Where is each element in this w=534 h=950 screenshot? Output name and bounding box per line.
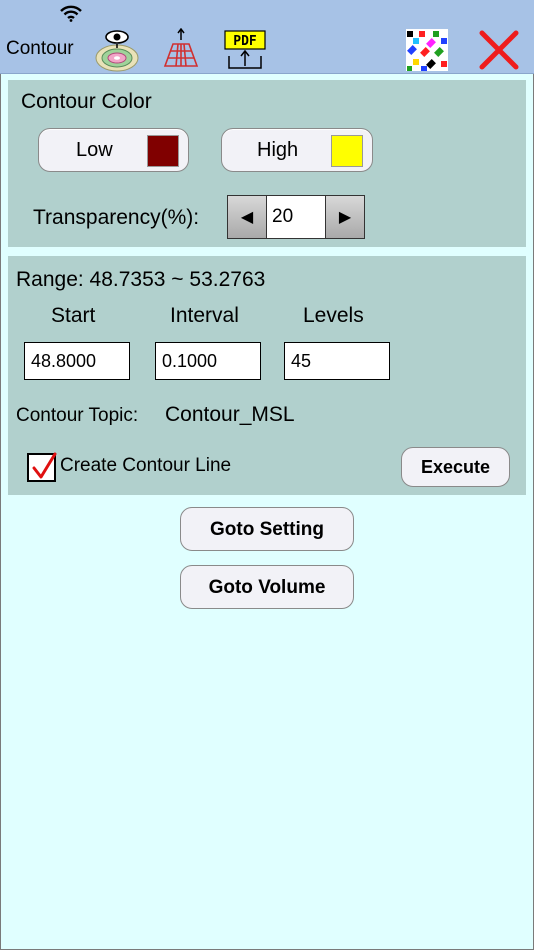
right-arrow-icon: ▶	[338, 209, 352, 226]
levels-field[interactable]: 45	[284, 342, 390, 380]
start-field[interactable]: 48.8000	[24, 342, 130, 380]
status-bar	[0, 0, 534, 26]
color-palette-icon[interactable]	[404, 28, 450, 72]
interval-label: Interval	[170, 304, 239, 327]
start-label: Start	[51, 304, 96, 327]
toolbar: Contour PDF	[0, 26, 534, 74]
wifi-icon	[60, 5, 82, 22]
decrement-button[interactable]: ◀	[228, 196, 266, 238]
transparency-label: Transparency(%):	[33, 206, 200, 229]
levels-label: Levels	[303, 304, 364, 327]
contour-topic-label: Contour Topic:	[16, 405, 139, 426]
create-contour-line-label: Create Contour Line	[60, 455, 232, 476]
high-color-button[interactable]: High	[221, 128, 373, 172]
low-color-label: Low	[76, 139, 113, 161]
increment-button[interactable]: ▶	[326, 196, 364, 238]
close-icon[interactable]	[476, 28, 522, 72]
grid-surface-icon[interactable]	[158, 28, 204, 72]
low-color-button[interactable]: Low	[38, 128, 189, 172]
low-color-swatch	[147, 135, 179, 167]
toolbar-title: Contour	[6, 38, 74, 59]
goto-setting-button[interactable]: Goto Setting	[180, 507, 354, 551]
left-arrow-icon: ◀	[240, 209, 254, 226]
high-color-swatch	[331, 135, 363, 167]
interval-field[interactable]: 0.1000	[155, 342, 261, 380]
transparency-stepper: ◀ 20 ▶	[227, 195, 365, 239]
range-text: Range: 48.7353 ~ 53.2763	[16, 268, 266, 291]
create-contour-line-checkbox[interactable]	[27, 452, 57, 482]
contour-map-icon[interactable]	[94, 28, 140, 72]
high-color-label: High	[257, 139, 299, 161]
execute-button[interactable]: Execute	[401, 447, 510, 487]
pdf-export-icon[interactable]: PDF	[222, 28, 268, 72]
contour-color-panel: Contour Color Low High Transparency(%): …	[8, 80, 526, 247]
contour-topic-value: Contour_MSL	[165, 403, 295, 426]
checkmark-icon	[32, 452, 57, 479]
contour-range-panel: Range: 48.7353 ~ 53.2763 Start Interval …	[8, 256, 526, 495]
transparency-value[interactable]: 20	[266, 196, 326, 238]
svg-text:PDF: PDF	[233, 34, 257, 49]
contour-color-heading: Contour Color	[21, 90, 152, 113]
goto-volume-button[interactable]: Goto Volume	[180, 565, 354, 609]
